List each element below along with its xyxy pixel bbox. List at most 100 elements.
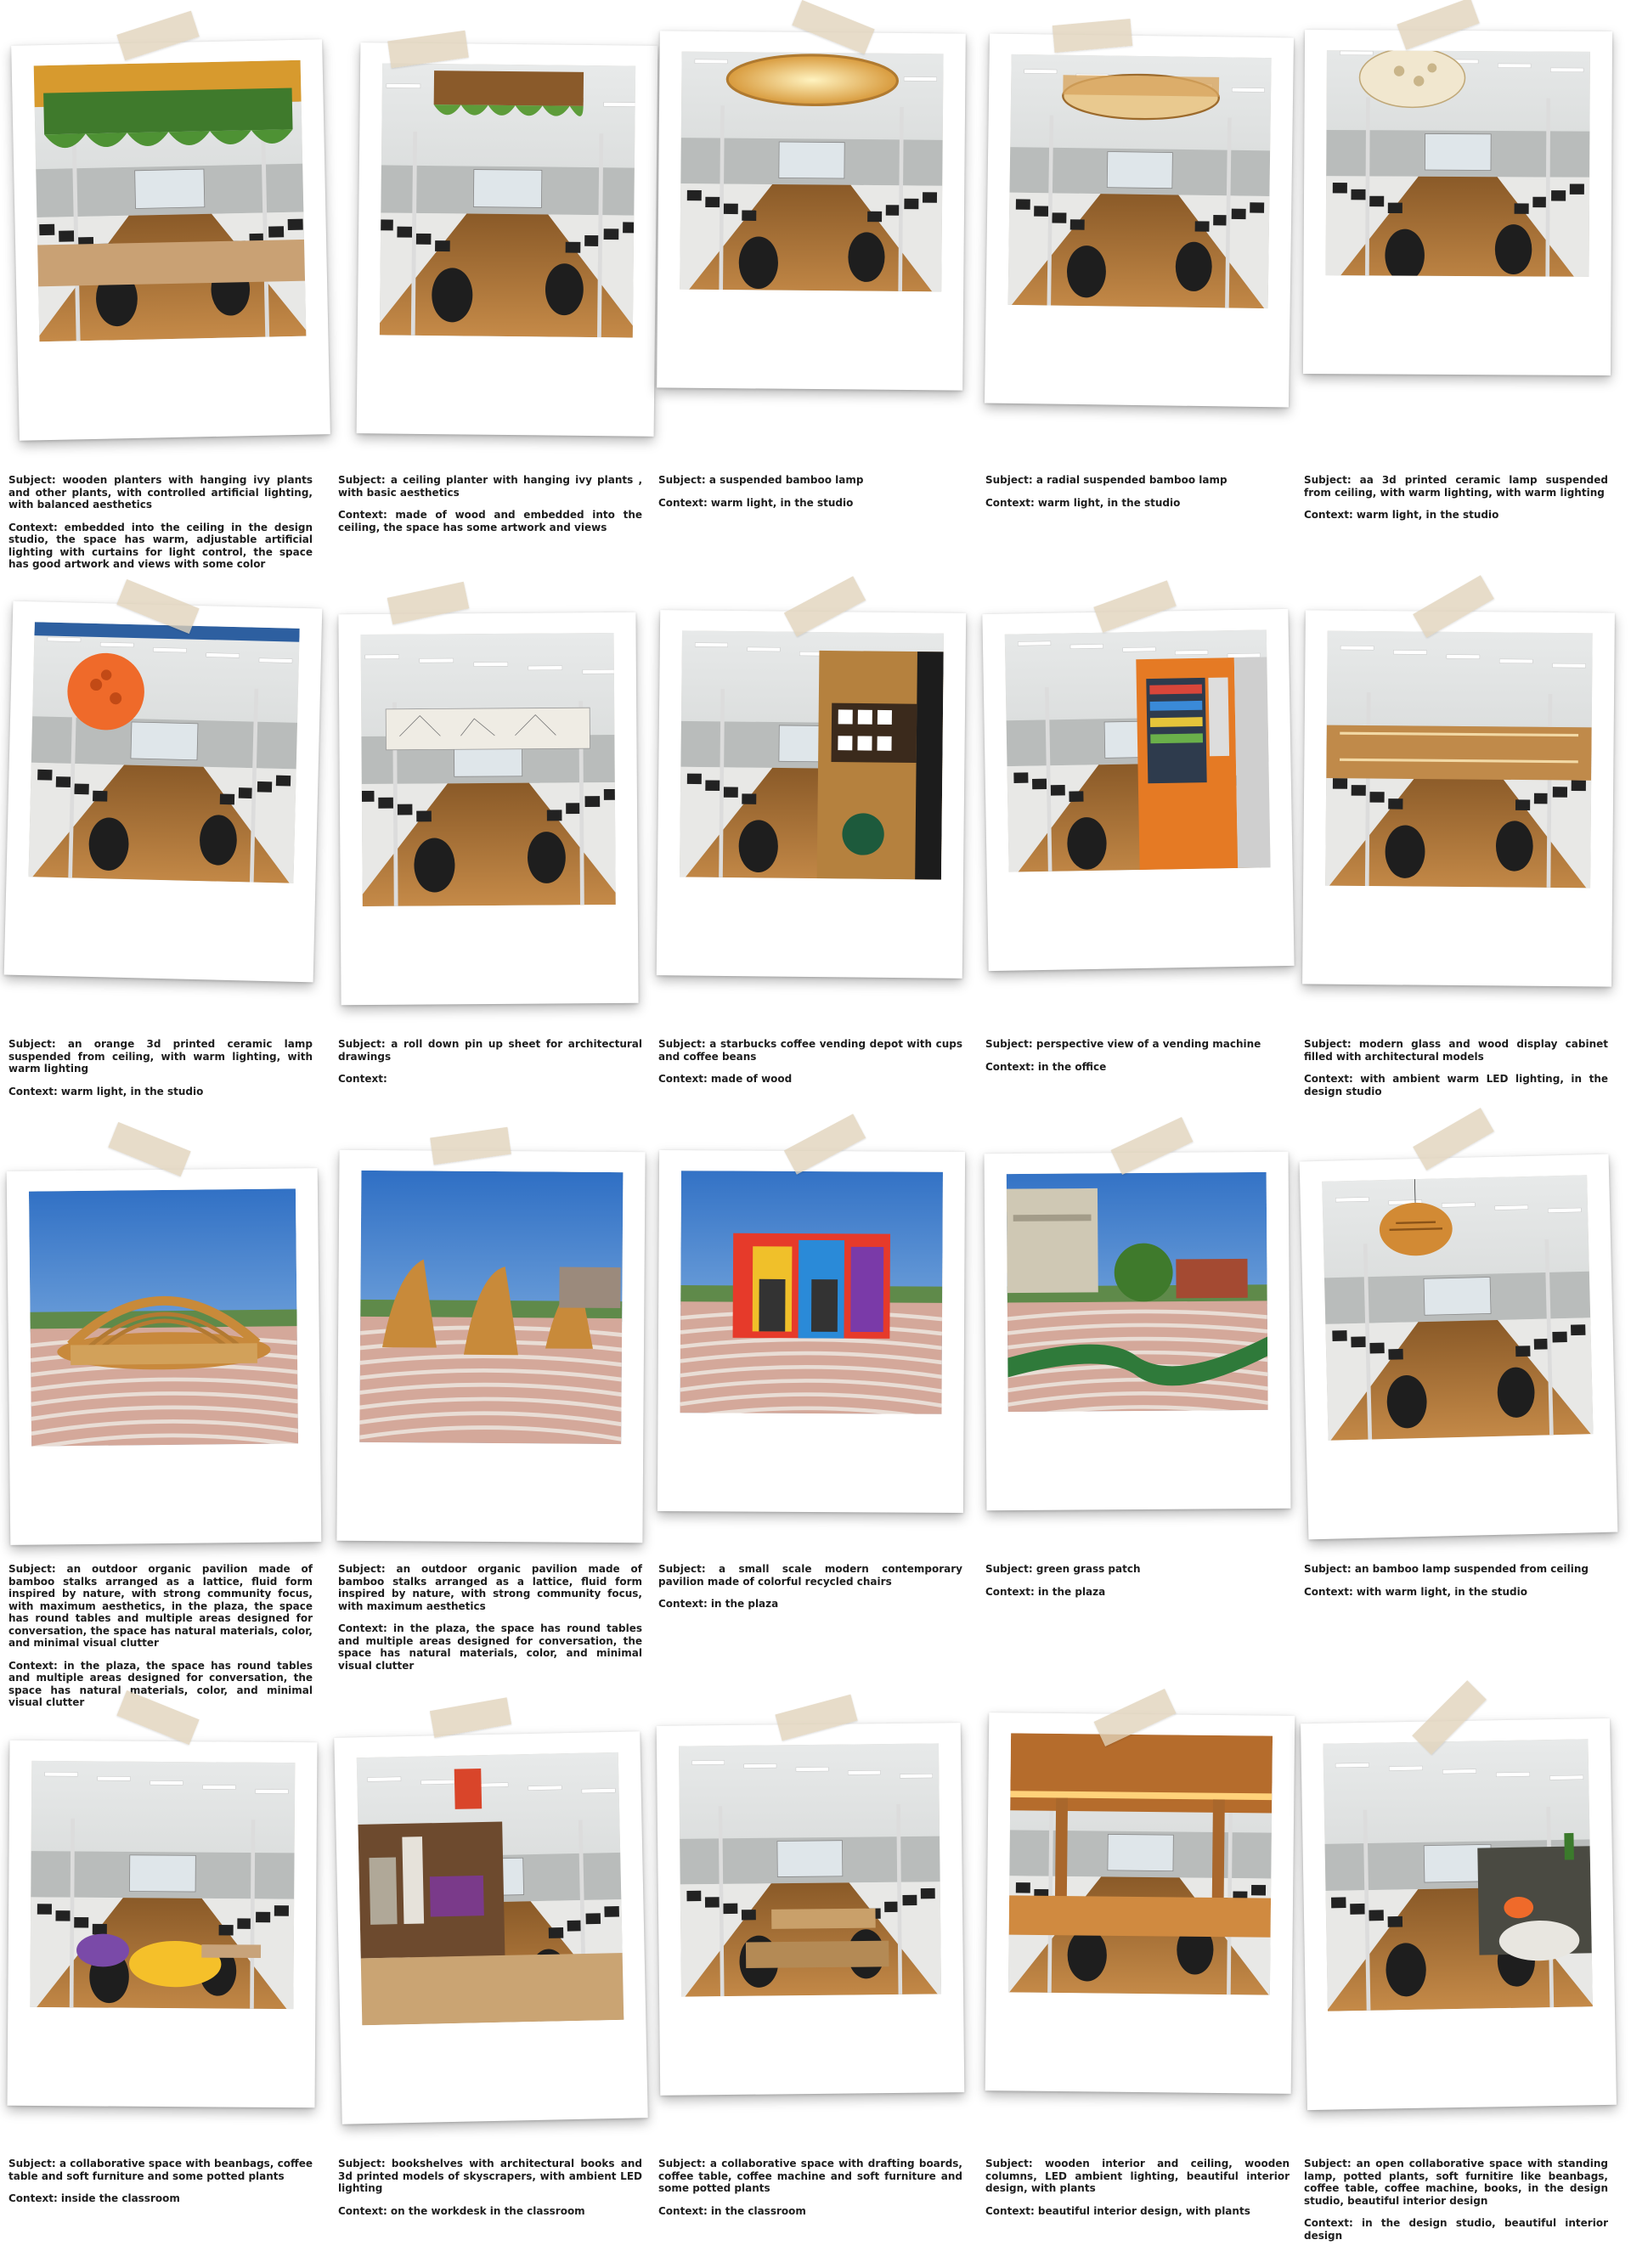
caption-context: Context: warm light, in the studio bbox=[8, 1085, 204, 1097]
caption-context: Context: beautiful interior design, with… bbox=[985, 2204, 1250, 2217]
mood-card: Subject: a small scale modern contempora… bbox=[657, 1114, 985, 1695]
caption: Subject: green grass patch Context: in t… bbox=[985, 1563, 1290, 1608]
caption-subject: Subject: wooden planters with hanging iv… bbox=[8, 474, 313, 511]
mood-card: Subject: a starbucks coffee vending depo… bbox=[656, 576, 985, 1155]
caption: Subject: an outdoor organic pavilion mad… bbox=[338, 1563, 642, 1682]
caption-subject: Subject: an bamboo lamp suspended from c… bbox=[1304, 1563, 1589, 1575]
caption: Subject: wooden planters with hanging iv… bbox=[8, 474, 313, 581]
rendered-photo bbox=[379, 63, 636, 338]
mood-card: Subject: an outdoor organic pavilion mad… bbox=[6, 1121, 335, 1708]
caption: Subject: bookshelves with architectural … bbox=[338, 2158, 642, 2227]
rendered-photo bbox=[1007, 1733, 1273, 1995]
caption-context: Context: embedded into the ceiling in th… bbox=[8, 521, 313, 571]
mood-card: Subject: an open collaborative space wit… bbox=[1301, 1680, 1630, 2268]
rendered-photo bbox=[1007, 54, 1272, 309]
rendered-photo bbox=[1325, 50, 1590, 277]
rendered-photo bbox=[360, 632, 616, 907]
caption: Subject: modern glass and wood display c… bbox=[1304, 1038, 1608, 1108]
mood-card: Subject: bookshelves with architectural … bbox=[334, 1697, 664, 2268]
rendered-photo bbox=[359, 1170, 624, 1445]
caption-context: Context: in the classroom bbox=[658, 2204, 806, 2217]
caption-context: Context: with ambient warm LED lighting,… bbox=[1304, 1073, 1608, 1097]
caption-context: Context: made of wood bbox=[658, 1073, 793, 1085]
caption-subject: Subject: a ceiling planter with hanging … bbox=[338, 474, 642, 499]
caption-subject: Subject: a collaborative space with bean… bbox=[8, 2158, 313, 2182]
polaroid-frame bbox=[985, 1712, 1295, 2094]
caption-subject: Subject: aa 3d printed ceramic lamp susp… bbox=[1304, 474, 1608, 499]
rendered-photo bbox=[678, 1743, 942, 1997]
caption-context: Context: with warm light, in the studio bbox=[1304, 1585, 1527, 1598]
polaroid-frame bbox=[336, 1149, 646, 1543]
polaroid-frame bbox=[984, 33, 1295, 408]
caption: Subject: an open collaborative space wit… bbox=[1304, 2158, 1608, 2252]
mood-card: Subject: an outdoor organic pavilion mad… bbox=[336, 1126, 664, 1695]
rendered-photo bbox=[28, 1188, 299, 1447]
polaroid-frame bbox=[7, 1740, 318, 2108]
caption-subject: Subject: an open collaborative space wit… bbox=[1304, 2158, 1608, 2207]
mood-card: Subject: an orange 3d printed ceramic la… bbox=[3, 578, 335, 1155]
polaroid-frame bbox=[1302, 30, 1613, 375]
caption-subject: Subject: a roll down pin up sheet for ar… bbox=[338, 1038, 642, 1063]
caption-subject: Subject: an orange 3d printed ceramic la… bbox=[8, 1038, 313, 1075]
polaroid-frame bbox=[3, 601, 323, 983]
mood-card: Subject: an bamboo lamp suspended from c… bbox=[1299, 1108, 1630, 1695]
caption-context: Context: on the workdesk in the classroo… bbox=[338, 2204, 585, 2217]
caption: Subject: a small scale modern contempora… bbox=[658, 1563, 962, 1621]
caption-subject: Subject: perspective view of a vending m… bbox=[985, 1038, 1261, 1050]
rendered-photo bbox=[1323, 1739, 1593, 2011]
rendered-photo bbox=[1004, 629, 1271, 872]
caption: Subject: perspective view of a vending m… bbox=[985, 1038, 1290, 1083]
rendered-photo bbox=[679, 630, 944, 880]
caption-context: Context: in the plaza, the space has rou… bbox=[338, 1622, 642, 1672]
caption: Subject: an outdoor organic pavilion mad… bbox=[8, 1563, 313, 1719]
polaroid-frame bbox=[1302, 610, 1615, 987]
rendered-photo bbox=[28, 622, 300, 883]
mood-card: Subject: modern glass and wood display c… bbox=[1302, 575, 1630, 1155]
caption-context: Context: inside the classroom bbox=[8, 2192, 180, 2204]
caption-subject: Subject: an outdoor organic pavilion mad… bbox=[8, 1563, 313, 1649]
mood-card: Subject: wooden interior and ceiling, wo… bbox=[985, 1689, 1312, 2268]
caption-subject: Subject: bookshelves with architectural … bbox=[338, 2158, 642, 2194]
caption-context: Context: in the plaza bbox=[985, 1585, 1106, 1598]
caption-context: Context: in the office bbox=[985, 1060, 1107, 1073]
polaroid-frame bbox=[1301, 1718, 1617, 2111]
caption-subject: Subject: a radial suspended bamboo lamp bbox=[985, 474, 1227, 486]
polaroid-frame bbox=[984, 1151, 1291, 1511]
rendered-photo bbox=[1325, 630, 1593, 889]
caption: Subject: an bamboo lamp suspended from c… bbox=[1304, 1563, 1608, 1608]
caption-subject: Subject: a starbucks coffee vending depo… bbox=[658, 1038, 962, 1063]
caption-context: Context: in the plaza bbox=[658, 1598, 779, 1610]
caption: Subject: a suspended bamboo lamp Context… bbox=[658, 474, 962, 519]
caption-context: Context: warm light, in the studio bbox=[985, 496, 1181, 509]
mood-card: Subject: a ceiling planter with hanging … bbox=[338, 17, 664, 578]
polaroid-frame bbox=[657, 1150, 966, 1513]
polaroid-frame bbox=[657, 31, 966, 391]
rendered-photo bbox=[356, 1752, 624, 2026]
caption: Subject: a radial suspended bamboo lamp … bbox=[985, 474, 1290, 519]
rendered-photo bbox=[680, 51, 944, 292]
caption-subject: Subject: a small scale modern contempora… bbox=[658, 1563, 962, 1588]
rendered-photo bbox=[33, 59, 307, 342]
caption-context: Context: in the plaza, the space has rou… bbox=[8, 1659, 313, 1709]
caption: Subject: an orange 3d printed ceramic la… bbox=[8, 1038, 313, 1108]
caption-subject: Subject: a collaborative space with draf… bbox=[658, 2158, 962, 2194]
caption-subject: Subject: an outdoor organic pavilion mad… bbox=[338, 1563, 642, 1612]
caption: Subject: a starbucks coffee vending depo… bbox=[658, 1038, 962, 1096]
mood-card: Subject: a radial suspended bamboo lamp … bbox=[984, 17, 1312, 578]
caption-context: Context: bbox=[338, 1073, 387, 1085]
mood-card: Subject: perspective view of a vending m… bbox=[982, 580, 1312, 1155]
caption-context: Context: warm light, in the studio bbox=[658, 496, 854, 509]
polaroid-frame bbox=[982, 608, 1295, 972]
caption-subject: Subject: a suspended bamboo lamp bbox=[658, 474, 864, 486]
caption-context: Context: in the design studio, beautiful… bbox=[1304, 2217, 1608, 2242]
caption: Subject: a ceiling planter with hanging … bbox=[338, 474, 642, 544]
rendered-photo bbox=[1322, 1175, 1594, 1441]
caption: Subject: a roll down pin up sheet for ar… bbox=[338, 1038, 642, 1096]
caption: Subject: a collaborative space with bean… bbox=[8, 2158, 313, 2215]
mood-card: Subject: a collaborative space with bean… bbox=[7, 1690, 335, 2268]
mood-card: Subject: wooden planters with hanging iv… bbox=[8, 10, 335, 581]
caption-context: Context: made of wood and embedded into … bbox=[338, 509, 642, 533]
caption-subject: Subject: green grass patch bbox=[985, 1563, 1141, 1575]
polaroid-frame bbox=[6, 1168, 322, 1545]
mood-card: Subject: green grass patch Context: in t… bbox=[984, 1117, 1312, 1695]
